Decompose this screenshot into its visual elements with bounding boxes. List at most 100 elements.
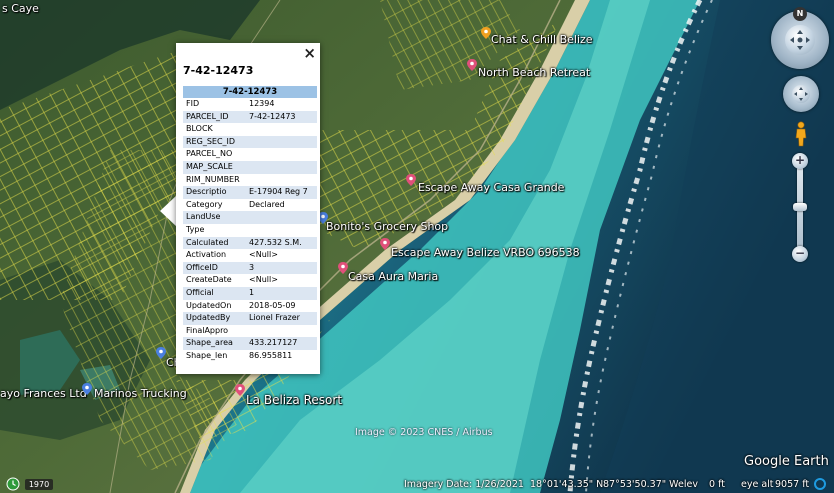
attribute-row: Shape_len 86.955811 [183, 350, 317, 363]
attribute-row: FID 12394 [183, 98, 317, 111]
attribute-row: REG_SEC_ID [183, 135, 317, 149]
attribute-value [246, 123, 317, 136]
attribute-key: Descriptio [183, 186, 246, 199]
attribute-key: REG_SEC_ID [183, 135, 246, 149]
latitude-readout: 18°01'43.35" N [530, 479, 604, 490]
place-label-corner: s Caye [2, 2, 39, 15]
attribute-key: BLOCK [186, 124, 213, 134]
attribute-key: Activation [186, 250, 227, 260]
attribute-row: Official 1 [183, 286, 317, 300]
arrows-icon [790, 30, 810, 50]
north-indicator[interactable]: N [793, 7, 807, 21]
place-label-casa-grande[interactable]: Escape Away Casa Grande [418, 181, 564, 194]
attribute-value: 12394 [249, 99, 275, 108]
attribute-key: Category [186, 199, 223, 209]
attribute-value [246, 325, 317, 338]
attribute-key: Type [186, 224, 205, 234]
attribute-key: PARCEL_ID [183, 110, 246, 124]
attribute-row: CreateDate <Null> [183, 274, 317, 287]
attribute-key: PARCEL_NO [186, 149, 233, 159]
attribute-row: Descriptio E-17904 Reg 7 [183, 186, 317, 199]
zoom-slider-handle[interactable] [793, 203, 807, 211]
elevation-value: 0 ft [709, 479, 725, 490]
attribute-value [246, 211, 317, 224]
attribute-row: Shape_area 433.217127 [183, 337, 317, 350]
attribute-value: Lionel Frazer [246, 312, 317, 325]
place-label-frances[interactable]: ayo Frances Ltd [0, 387, 87, 400]
attribute-key: OfficeID [183, 261, 246, 275]
place-label-marinos[interactable]: Marinos Trucking [94, 387, 187, 400]
attribute-key: Calculated [183, 236, 246, 250]
attribute-row: Type [183, 224, 317, 237]
attribute-row: FinalAppro [183, 325, 317, 338]
attribute-row: Category Declared [183, 199, 317, 212]
attribute-row: MAP_SCALE [183, 160, 317, 174]
zoom-in-button[interactable]: + [792, 153, 808, 169]
street-view-pegman-icon[interactable] [794, 121, 808, 147]
pink-place-pin-icon[interactable] [466, 59, 478, 71]
place-label-la-beliza[interactable]: La Beliza Resort [246, 393, 342, 407]
attribute-key: MAP_SCALE [183, 160, 246, 174]
attribute-value [246, 174, 317, 187]
eye-altitude-value: 9057 ft [775, 479, 810, 490]
pink-place-pin-icon[interactable] [234, 384, 246, 396]
attribute-value: <Null> [249, 275, 278, 285]
place-label-vrbo[interactable]: Escape Away Belize VRBO 696538 [391, 246, 580, 259]
longitude-readout: 87°53'50.37" W [603, 479, 679, 490]
map-viewport[interactable]: s Caye Chat & Chill Belize North Beach R… [0, 0, 834, 493]
attribute-table: 7-42-12473 FID 12394 PARCEL_ID 7-42-12473 BL… [183, 86, 317, 362]
attribute-value [246, 148, 317, 161]
popup-title: 7-42-12473 [183, 64, 254, 77]
attribute-key: FinalAppro [186, 325, 229, 335]
attribute-key: LandUse [183, 211, 246, 224]
place-label-casa-aura[interactable]: Casa Aura Maria [348, 270, 438, 283]
eye-arrows-icon [794, 87, 808, 101]
attribute-row: UpdatedBy Lionel Frazer [183, 312, 317, 325]
attribute-row: RIM_NUMBER [183, 174, 317, 187]
place-label-bonitos[interactable]: Bonito's Grocery Shop [326, 220, 448, 233]
attribute-key: Shape_len [186, 350, 228, 360]
attribute-row: Activation <Null> [183, 249, 317, 262]
compass-move-icon[interactable] [785, 25, 815, 55]
imagery-copyright: Image © 2023 CNES / Airbus [355, 427, 493, 438]
pink-place-pin-icon[interactable] [405, 174, 417, 186]
compass-control[interactable]: N [771, 7, 829, 69]
attribute-row: PARCEL_ID 7-42-12473 [183, 110, 317, 124]
attribute-value [246, 224, 317, 237]
attribute-key: FID [186, 99, 200, 108]
attribute-value: 7-42-12473 [246, 110, 317, 124]
google-earth-logo: Google Earth [744, 454, 829, 469]
attribute-value: 2018-05-09 [249, 300, 296, 310]
attribute-table-header: 7-42-12473 [183, 86, 317, 98]
eye-altitude-label: eye alt [741, 479, 774, 490]
close-icon[interactable]: × [303, 44, 316, 62]
attribute-key: UpdatedBy [183, 312, 246, 325]
attribute-value: <Null> [249, 250, 278, 260]
streaming-progress-icon [814, 478, 826, 490]
blue-place-pin-icon[interactable] [81, 383, 93, 395]
attribute-key: Official [183, 286, 246, 300]
attribute-value: 3 [246, 261, 317, 275]
attribute-value: Declared [249, 199, 285, 209]
attribute-row: BLOCK [183, 123, 317, 136]
look-around-icon[interactable] [792, 85, 810, 103]
place-label-north-beach[interactable]: North Beach Retreat [478, 66, 590, 79]
attribute-row: Calculated 427.532 S.M. [183, 236, 317, 250]
place-label-chat-chill[interactable]: Chat & Chill Belize [491, 33, 593, 46]
attribute-key: RIM_NUMBER [186, 174, 240, 184]
attribute-value: E-17904 Reg 7 [246, 186, 317, 199]
attribute-key: Shape_area [183, 337, 246, 350]
pink-place-pin-icon[interactable] [379, 238, 391, 250]
zoom-out-button[interactable]: − [792, 246, 808, 262]
attribute-value [246, 135, 317, 149]
attribute-row: OfficeID 3 [183, 261, 317, 275]
attribute-key: UpdatedOn [186, 300, 232, 310]
attribute-value [246, 160, 317, 174]
imagery-date: Imagery Date: 1/26/2021 [404, 479, 524, 490]
attribute-value: 427.532 S.M. [246, 236, 317, 250]
elevation-label: elev [678, 479, 698, 490]
popup-pointer [160, 195, 177, 227]
attribute-row: LandUse [183, 211, 317, 224]
look-control[interactable] [783, 76, 819, 112]
attribute-key: CreateDate [186, 275, 232, 285]
